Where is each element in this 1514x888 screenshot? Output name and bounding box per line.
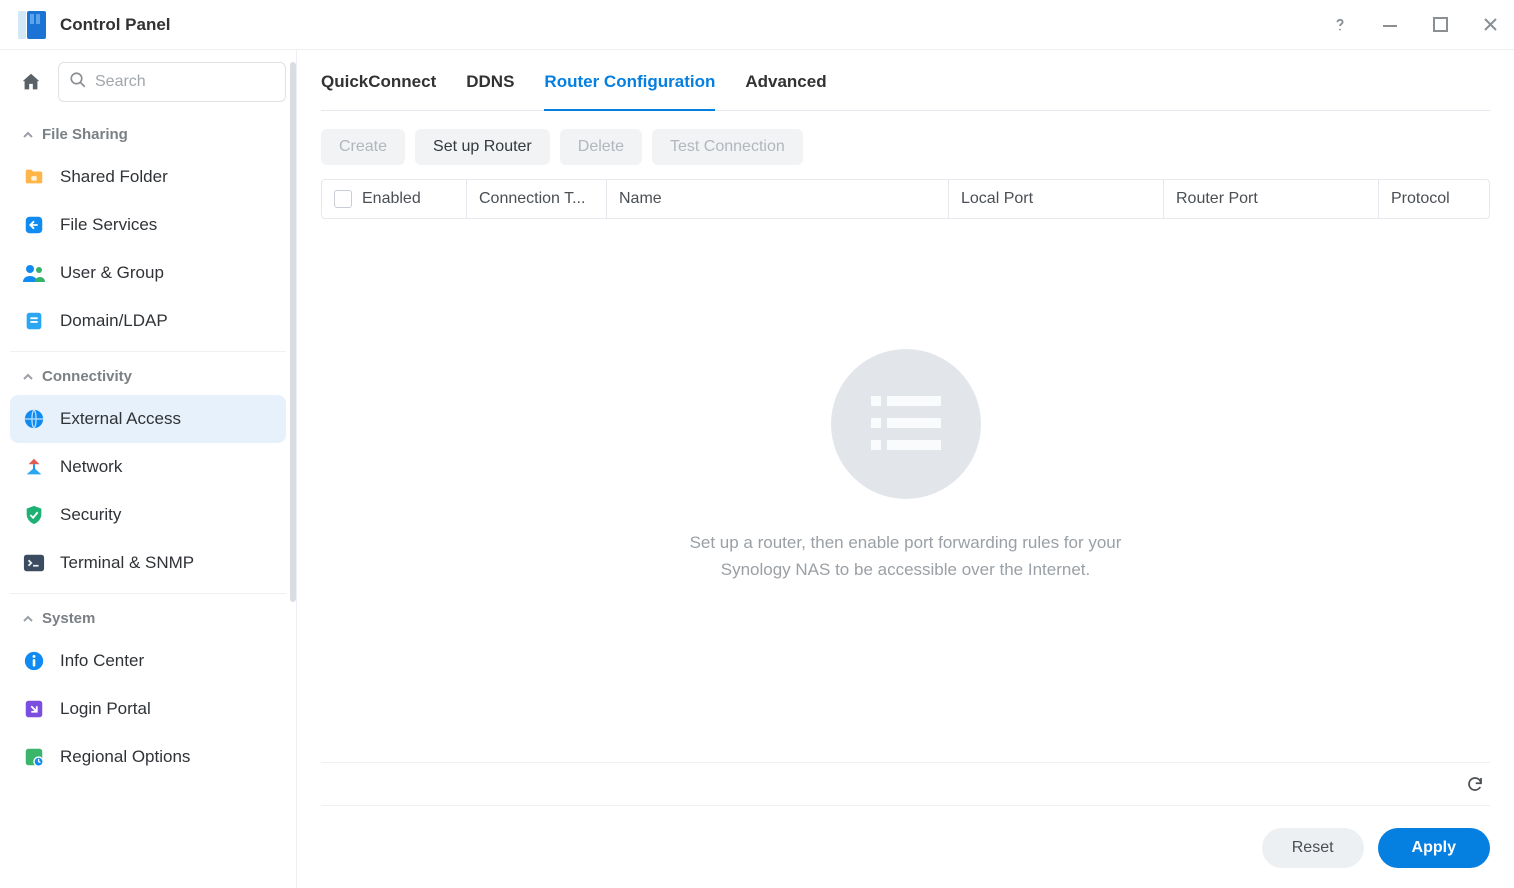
column-router-port[interactable]: Router Port xyxy=(1164,180,1379,218)
toolbar: Create Set up Router Delete Test Connect… xyxy=(321,111,1490,165)
section-label: Connectivity xyxy=(42,368,132,385)
column-name[interactable]: Name xyxy=(607,180,949,218)
section-header-connectivity[interactable]: Connectivity xyxy=(10,358,286,395)
column-enabled[interactable]: Enabled xyxy=(322,180,467,218)
sidebar-item-terminal-snmp[interactable]: Terminal & SNMP xyxy=(10,539,286,587)
home-button[interactable] xyxy=(14,65,48,99)
sidebar-item-external-access[interactable]: External Access xyxy=(10,395,286,443)
search-icon xyxy=(69,71,87,94)
sidebar-item-label: Domain/LDAP xyxy=(60,311,168,331)
sidebar-item-label: Shared Folder xyxy=(60,167,168,187)
sidebar: File Sharing Shared Folder File Services… xyxy=(0,50,297,888)
content-area: QuickConnect DDNS Router Configuration A… xyxy=(297,50,1514,888)
reset-button[interactable]: Reset xyxy=(1262,828,1364,868)
sidebar-item-label: Security xyxy=(60,505,121,525)
sidebar-item-domain-ldap[interactable]: Domain/LDAP xyxy=(10,297,286,345)
apply-button[interactable]: Apply xyxy=(1378,828,1490,868)
sidebar-item-regional-options[interactable]: Regional Options xyxy=(10,733,286,781)
delete-button: Delete xyxy=(560,129,642,165)
sidebar-item-label: Login Portal xyxy=(60,699,151,719)
file-services-icon xyxy=(22,213,46,237)
help-icon[interactable] xyxy=(1330,15,1350,35)
info-icon xyxy=(22,649,46,673)
section-header-system[interactable]: System xyxy=(10,600,286,637)
sidebar-item-label: Regional Options xyxy=(60,747,190,767)
search-box[interactable] xyxy=(58,62,286,102)
maximize-icon[interactable] xyxy=(1430,15,1450,35)
window-title: Control Panel xyxy=(60,15,171,35)
table-footer xyxy=(321,762,1490,806)
column-label: Connection T... xyxy=(479,190,585,208)
table-header: Enabled Connection T... Name Local Port … xyxy=(322,180,1489,218)
test-connection-button: Test Connection xyxy=(652,129,803,165)
rules-table: Enabled Connection T... Name Local Port … xyxy=(321,179,1490,219)
column-protocol[interactable]: Protocol xyxy=(1379,180,1489,218)
section-label: File Sharing xyxy=(42,126,128,143)
search-input[interactable] xyxy=(95,73,275,91)
shield-icon xyxy=(22,503,46,527)
login-portal-icon xyxy=(22,697,46,721)
tab-bar: QuickConnect DDNS Router Configuration A… xyxy=(321,50,1490,111)
sidebar-item-label: Network xyxy=(60,457,122,477)
section-label: System xyxy=(42,610,95,627)
scrollbar[interactable] xyxy=(290,62,296,602)
sidebar-item-login-portal[interactable]: Login Portal xyxy=(10,685,286,733)
sidebar-item-label: Info Center xyxy=(60,651,144,671)
window-titlebar: Control Panel xyxy=(0,0,1514,50)
divider xyxy=(10,593,286,594)
sidebar-item-shared-folder[interactable]: Shared Folder xyxy=(10,153,286,201)
divider xyxy=(10,351,286,352)
tab-advanced[interactable]: Advanced xyxy=(745,72,826,110)
users-icon xyxy=(22,261,46,285)
empty-state: Set up a router, then enable port forwar… xyxy=(321,219,1490,583)
app-icon xyxy=(18,11,46,39)
column-label: Protocol xyxy=(1391,190,1450,208)
sidebar-item-label: External Access xyxy=(60,409,181,429)
chevron-up-icon xyxy=(22,129,34,141)
action-bar: Reset Apply xyxy=(321,806,1490,868)
globe-icon xyxy=(22,407,46,431)
empty-list-icon xyxy=(831,349,981,499)
sidebar-item-network[interactable]: Network xyxy=(10,443,286,491)
minimize-icon[interactable] xyxy=(1380,15,1400,35)
folder-icon xyxy=(22,165,46,189)
tab-ddns[interactable]: DDNS xyxy=(466,72,514,110)
sidebar-item-security[interactable]: Security xyxy=(10,491,286,539)
column-label: Enabled xyxy=(362,190,421,208)
domain-icon xyxy=(22,309,46,333)
create-button: Create xyxy=(321,129,405,165)
column-label: Local Port xyxy=(961,190,1033,208)
chevron-up-icon xyxy=(22,371,34,383)
refresh-button[interactable] xyxy=(1460,769,1490,799)
sidebar-item-file-services[interactable]: File Services xyxy=(10,201,286,249)
close-icon[interactable] xyxy=(1480,15,1500,35)
terminal-icon xyxy=(22,551,46,575)
select-all-checkbox[interactable] xyxy=(334,190,352,208)
section-header-file-sharing[interactable]: File Sharing xyxy=(10,116,286,153)
sidebar-item-info-center[interactable]: Info Center xyxy=(10,637,286,685)
column-label: Router Port xyxy=(1176,190,1258,208)
sidebar-item-label: Terminal & SNMP xyxy=(60,553,194,573)
sidebar-item-user-group[interactable]: User & Group xyxy=(10,249,286,297)
empty-message: Set up a router, then enable port forwar… xyxy=(686,529,1126,583)
chevron-up-icon xyxy=(22,613,34,625)
column-connection-type[interactable]: Connection T... xyxy=(467,180,607,218)
column-local-port[interactable]: Local Port xyxy=(949,180,1164,218)
column-label: Name xyxy=(619,190,662,208)
tab-router-configuration[interactable]: Router Configuration xyxy=(544,72,715,110)
sidebar-item-label: File Services xyxy=(60,215,157,235)
regional-icon xyxy=(22,745,46,769)
tab-quickconnect[interactable]: QuickConnect xyxy=(321,72,436,110)
network-icon xyxy=(22,455,46,479)
setup-router-button[interactable]: Set up Router xyxy=(415,129,550,165)
sidebar-item-label: User & Group xyxy=(60,263,164,283)
